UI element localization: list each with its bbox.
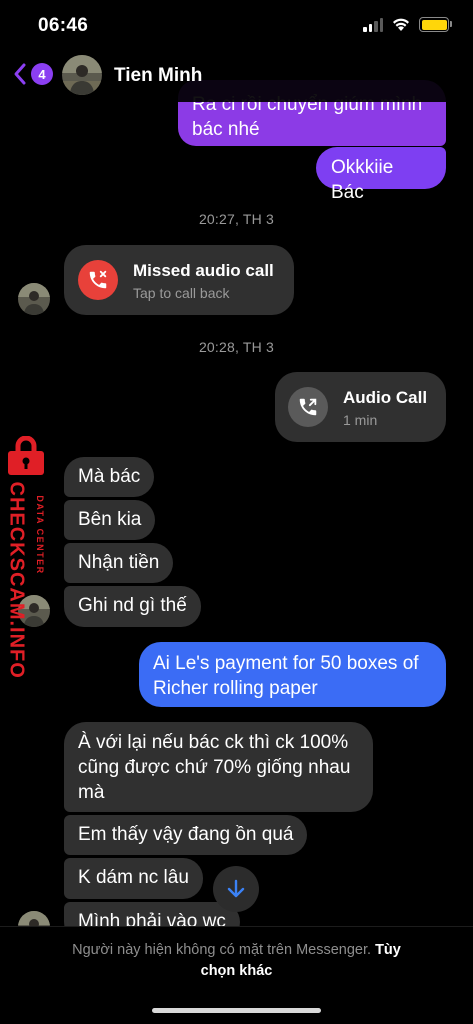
call-subtitle: 1 min (343, 412, 378, 428)
outgoing-message[interactable]: Okkkiie Bác (316, 147, 446, 203)
incoming-message[interactable]: Nhận tiền (64, 543, 174, 583)
incoming-message[interactable]: Bên kia (64, 500, 156, 540)
watermark-brand: CHECKSCAM.INFO (5, 481, 28, 679)
message-text-line: Ai Le's payment for 50 boxes of (153, 653, 419, 674)
message-text: Mà bác (78, 466, 141, 487)
incoming-message[interactable]: K dám nc lâu (64, 858, 203, 899)
cellular-signal-icon (363, 18, 383, 32)
conversation-header: 4 Tien Minh (0, 50, 473, 102)
missed-call-card[interactable]: Missed audio call Tap to call back (64, 245, 294, 315)
contact-avatar[interactable] (18, 283, 50, 315)
more-options-link-continued[interactable]: chọn khác (201, 963, 273, 979)
status-time: 06:46 (38, 15, 89, 36)
message-text-line: Richer rolling paper (153, 678, 318, 699)
message-text: Okkkiie Bác (331, 157, 394, 203)
message-text: Em thấy vậy đang ồn quá (78, 824, 294, 845)
notice-message: Người này hiện không có mặt trên Messeng… (72, 942, 372, 958)
notice-text: Người này hiện không có mặt trên Messeng… (30, 940, 443, 982)
outgoing-call-icon (288, 387, 328, 427)
wifi-icon (393, 18, 409, 31)
incoming-message[interactable]: Ghi nd gì thế (64, 586, 201, 627)
timestamp: 20:28, TH 3 (198, 339, 275, 355)
scroll-to-bottom-button[interactable] (213, 866, 259, 912)
outgoing-message[interactable]: Ai Le's payment for 50 boxes of Richer r… (139, 642, 446, 707)
message-text-line: bác nhé (192, 119, 260, 140)
call-title: Missed audio call (133, 261, 274, 280)
call-subtitle: Tap to call back (133, 285, 230, 301)
call-title: Audio Call (343, 388, 428, 407)
chevron-left-icon (14, 63, 26, 85)
unread-badge: 4 (31, 63, 53, 85)
message-text: K dám nc lâu (78, 867, 189, 888)
contact-avatar[interactable] (62, 55, 102, 95)
status-bar: 06:46 (0, 0, 473, 50)
watermark: DATA CENTER CHECKSCAM.INFO (0, 436, 52, 679)
incoming-message[interactable]: Em thấy vậy đang ồn quá (64, 815, 308, 855)
message-text-line: mà (78, 782, 105, 803)
arrow-down-icon (227, 879, 245, 898)
missed-call-icon (78, 260, 118, 300)
home-indicator[interactable] (152, 1008, 321, 1013)
message-text-line: cũng được chứ 70% giống nhau (78, 757, 351, 778)
battery-cap (450, 21, 452, 27)
incoming-message[interactable]: À với lại nếu bác ck thì ck 100% cũng đư… (64, 722, 373, 812)
message-text: Bên kia (78, 509, 142, 530)
timestamp: 20:27, TH 3 (198, 211, 275, 227)
contact-name[interactable]: Tien Minh (114, 65, 202, 87)
lock-icon (8, 436, 44, 475)
watermark-subtitle: DATA CENTER (35, 495, 45, 575)
incoming-message[interactable]: Mà bác (64, 457, 155, 497)
audio-call-card[interactable]: Audio Call 1 min (275, 372, 446, 442)
back-button[interactable]: 4 (12, 62, 53, 86)
battery-icon (419, 17, 449, 32)
message-text: Ghi nd gì thế (78, 595, 187, 616)
more-options-link[interactable]: Tùy (375, 942, 401, 958)
message-text: Nhận tiền (78, 552, 160, 573)
message-text-line: À với lại nếu bác ck thì ck 100% (78, 732, 349, 753)
